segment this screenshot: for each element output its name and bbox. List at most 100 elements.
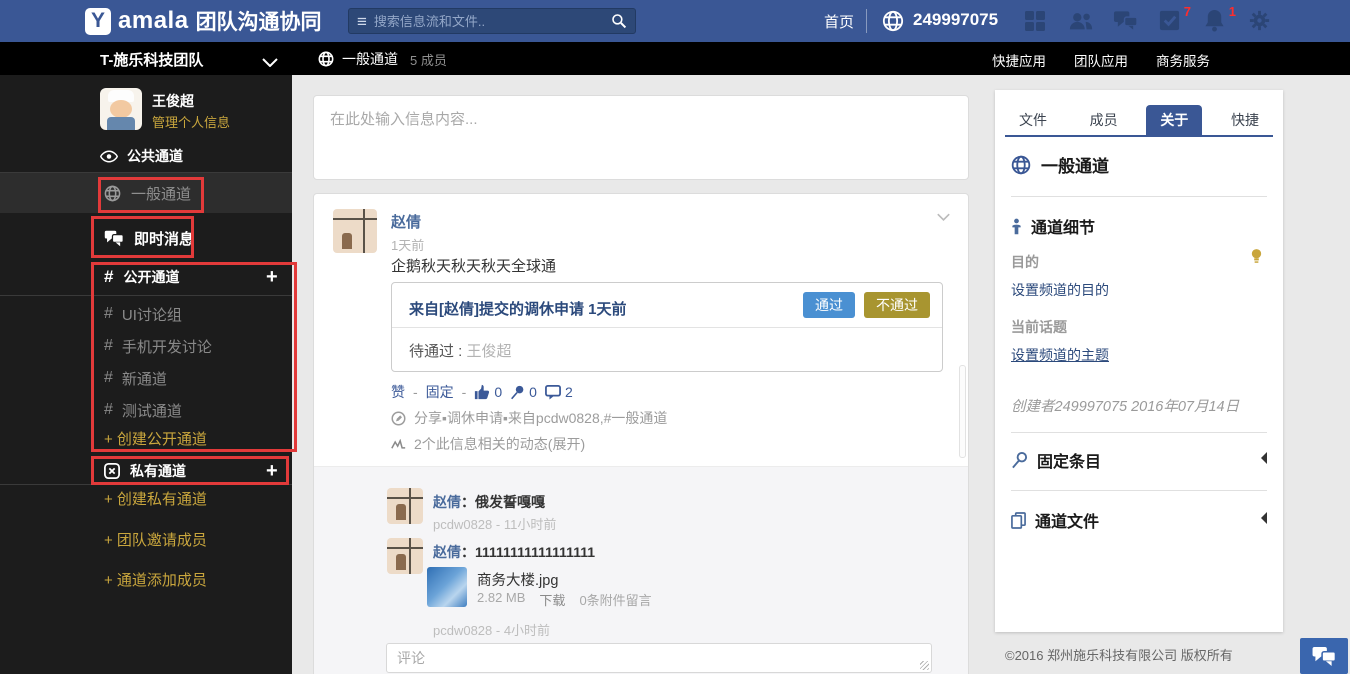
channel-details-header: 通道细节 <box>1011 214 1095 238</box>
settings-gear-icon[interactable] <box>1248 9 1272 33</box>
open-channels-label: 公开通道 <box>123 269 180 285</box>
set-topic-link[interactable]: 设置频道的主题 <box>1011 345 1109 365</box>
avatar-art <box>387 497 423 499</box>
avatar[interactable] <box>333 209 377 253</box>
reject-button[interactable]: 不通过 <box>864 292 930 318</box>
lightbulb-icon[interactable] <box>1250 248 1263 270</box>
resize-handle[interactable] <box>920 661 929 670</box>
share-pencil-icon <box>391 411 406 425</box>
user-id[interactable]: 249997075 <box>913 10 998 30</box>
pin-counter[interactable]: 0 <box>510 384 537 400</box>
sidebar-item-ui-group[interactable]: # UI讨论组 <box>104 302 182 326</box>
collapse-files-icon[interactable] <box>1255 512 1267 524</box>
sidebar-item-new-channel[interactable]: # 新通道 <box>104 366 167 390</box>
creator-line: 创建者249997075 2016年07月14日 <box>1011 399 1240 415</box>
search-filter-icon[interactable]: ≡ <box>357 13 367 30</box>
files-icon <box>1011 511 1026 529</box>
comment-counter[interactable]: 2 <box>544 384 573 400</box>
logo-suffix: 团队沟通协同 <box>195 11 322 34</box>
contacts-icon[interactable] <box>1068 9 1093 33</box>
set-purpose-link[interactable]: 设置频道的目的 <box>1011 280 1109 300</box>
tasks-icon[interactable]: 7 <box>1158 4 1191 33</box>
message-input[interactable] <box>314 96 968 179</box>
team-apps-link[interactable]: 团队应用 <box>1074 50 1128 70</box>
collapse-pinned-icon[interactable] <box>1255 452 1267 464</box>
business-services-link[interactable]: 商务服务 <box>1156 50 1210 70</box>
chevron-down-icon[interactable] <box>262 54 278 72</box>
global-search[interactable]: ≡ <box>348 8 636 34</box>
download-link[interactable]: 下载 <box>539 590 565 609</box>
top-navbar: Yamala 团队沟通协同 ≡ 首页 249997075 7 <box>0 0 1350 42</box>
sidebar-item-instant-message[interactable]: 即时消息 <box>0 218 292 258</box>
quick-apps-link[interactable]: 快捷应用 <box>992 50 1046 70</box>
message-composer[interactable] <box>313 95 969 180</box>
comment-author[interactable]: 赵倩 <box>433 494 461 510</box>
panel-divider <box>1011 490 1267 491</box>
avatar[interactable] <box>387 488 423 524</box>
eye-icon <box>100 149 118 163</box>
post-card: 赵倩 1天前 企鹅秋天秋天秋天全球通 来自[赵倩]提交的调休申请 1天前 通过 … <box>313 193 969 674</box>
pending-approver: 待通过 : 王俊超 <box>409 340 512 361</box>
avatar-art <box>333 218 377 220</box>
create-private-channel-link[interactable]: + 创建私有通道 <box>104 488 207 509</box>
add-open-channel-button[interactable]: + <box>266 266 278 289</box>
comment-input-box[interactable] <box>386 643 932 673</box>
add-private-channel-button[interactable]: + <box>266 460 278 483</box>
scrollbar-thumb[interactable] <box>959 365 966 458</box>
approve-button[interactable]: 通过 <box>803 292 855 318</box>
pin-link[interactable]: 固定 <box>426 382 454 402</box>
channel-info-panel: 文件 成员 关于 快捷 一般通道 通道细节 目的 设置频道的目的 当前话题 设置… <box>995 90 1283 632</box>
tab-about[interactable]: 关于 <box>1146 105 1203 135</box>
globe-icon <box>104 185 121 201</box>
pushpin-icon <box>1012 451 1028 468</box>
member-count[interactable]: 5 成员 <box>410 50 447 69</box>
attachment-thumbnail[interactable] <box>427 567 467 607</box>
attachment-filename[interactable]: 商务大楼.jpg <box>477 569 558 590</box>
comment-count: 2 <box>564 384 573 400</box>
avatar-art <box>107 117 135 130</box>
add-member-link[interactable]: + 通道添加成员 <box>104 569 207 590</box>
channel-name: 一般通道 <box>342 51 398 67</box>
comment-author[interactable]: 赵倩 <box>433 544 461 560</box>
invite-member-link[interactable]: + 团队邀请成员 <box>104 529 207 550</box>
activity-line[interactable]: 2个此信息相关的动态(展开) <box>414 434 585 454</box>
avatar-art <box>396 504 406 520</box>
search-icon[interactable] <box>611 13 627 29</box>
attachment-size: 2.82 MB <box>477 590 526 605</box>
sidebar-item-general-channel[interactable]: 一般通道 <box>0 173 292 213</box>
colon: ： <box>461 494 475 510</box>
like-counter[interactable]: 0 <box>474 384 502 400</box>
team-name[interactable]: T-施乐科技团队 <box>100 49 203 70</box>
notifications-bell-icon[interactable]: 1 <box>1203 4 1236 33</box>
sidebar-item-test-channel[interactable]: # 测试通道 <box>104 398 182 422</box>
hash-icon: # <box>104 369 113 386</box>
sidebar-item-mobile-dev[interactable]: # 手机开发讨论 <box>104 334 212 358</box>
messages-icon[interactable] <box>1113 9 1138 33</box>
tab-members[interactable]: 成员 <box>1076 105 1132 135</box>
avatar[interactable] <box>387 538 423 574</box>
create-open-channel-link[interactable]: + 创建公开通道 <box>104 428 207 449</box>
channel-sidebar: 王俊超 管理个人信息 公共通道 一般通道 即时消息 # 公开通道 + # UI讨… <box>0 75 292 674</box>
panel-tabs: 文件 成员 关于 快捷 <box>1005 105 1273 135</box>
tab-quick[interactable]: 快捷 <box>1217 105 1273 135</box>
attachment-note[interactable]: 0条附件留言 <box>579 590 651 609</box>
comment-input[interactable] <box>387 644 931 672</box>
search-input[interactable] <box>373 13 611 29</box>
manage-profile-link[interactable]: 管理个人信息 <box>152 112 230 131</box>
home-link[interactable]: 首页 <box>824 11 854 32</box>
avatar-art <box>342 233 352 249</box>
thumbs-up-icon <box>475 384 490 400</box>
tab-files[interactable]: 文件 <box>1005 105 1061 135</box>
comment-text: 俄发誓嘎嘎 <box>475 494 545 510</box>
main-content: 赵倩 1天前 企鹅秋天秋天秋天全球通 来自[赵倩]提交的调休申请 1天前 通过 … <box>292 75 1350 674</box>
avatar[interactable] <box>100 88 142 130</box>
apps-grid-icon[interactable] <box>1023 9 1047 33</box>
like-link[interactable]: 赞 <box>391 382 405 402</box>
notifications-badge: 1 <box>1228 4 1236 19</box>
chevron-down-icon[interactable] <box>937 208 950 226</box>
chat-fab-button[interactable] <box>1300 638 1348 674</box>
app-logo[interactable]: Yamala 团队沟通协同 <box>85 6 322 36</box>
panel-channel-title: 一般通道 <box>1011 152 1109 177</box>
post-author[interactable]: 赵倩 <box>391 211 421 232</box>
private-box-icon <box>104 463 120 479</box>
